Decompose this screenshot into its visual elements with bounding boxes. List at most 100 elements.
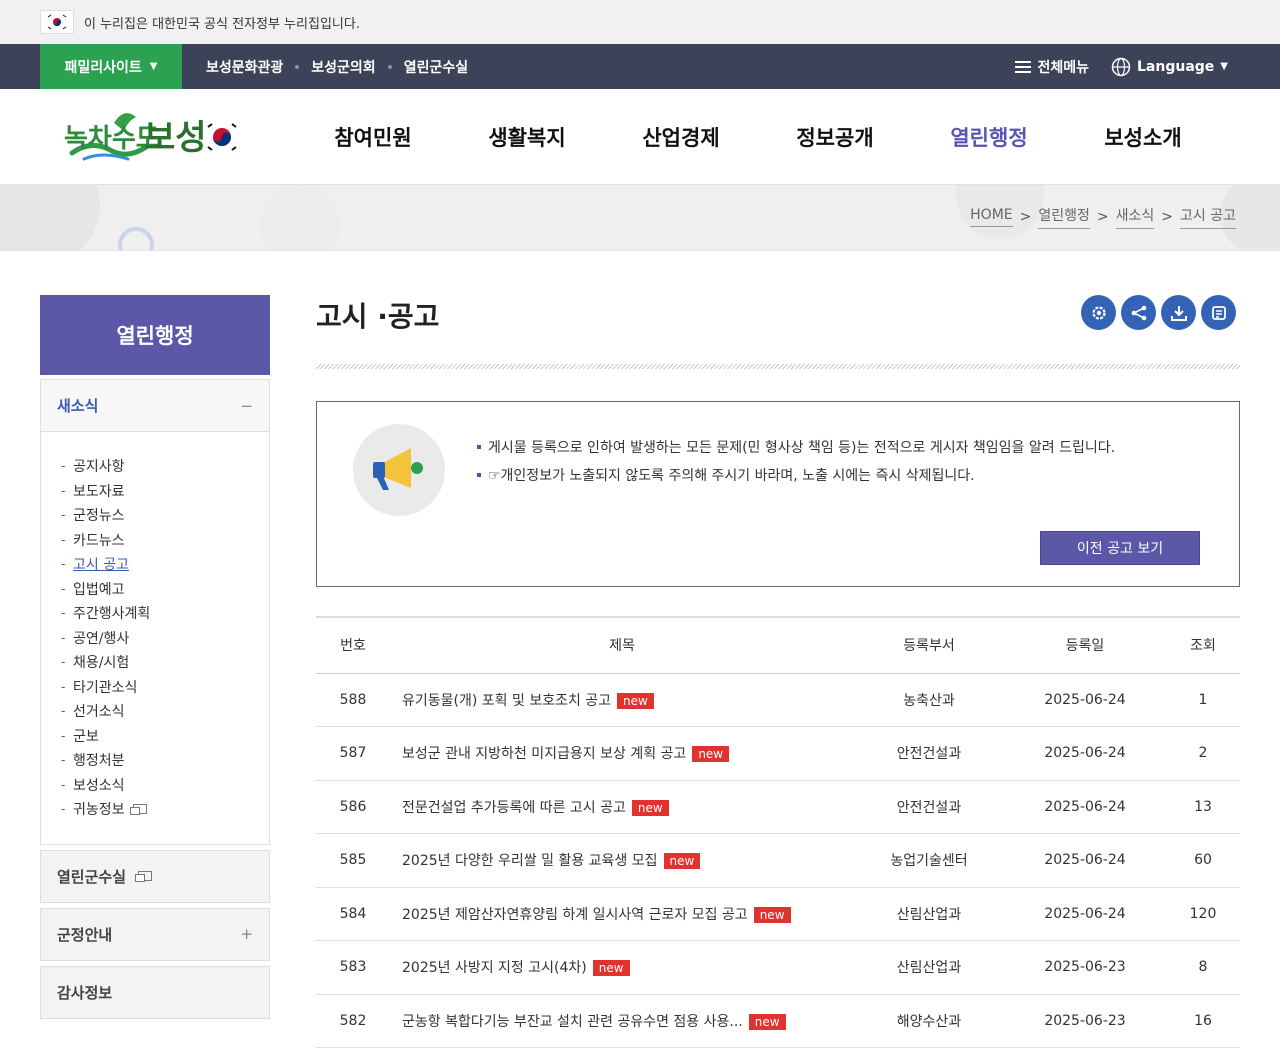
gnb-item-info[interactable]: 정보공개 bbox=[758, 122, 912, 152]
cell-date: 2025-06-24 bbox=[1004, 726, 1166, 781]
cell-dept: 안전건설과 bbox=[854, 780, 1004, 834]
breadcrumb-news[interactable]: 새소식 bbox=[1115, 205, 1155, 229]
cell-views: 120 bbox=[1166, 887, 1240, 941]
family-site-button[interactable]: 패밀리사이트 ▼ bbox=[40, 44, 182, 89]
cell-title: 2025년 다양한 우리쌀 밀 활용 교육생 모집 new bbox=[390, 833, 854, 888]
post-title-link[interactable]: 2025년 사방지 지정 고시(4차) bbox=[402, 960, 587, 976]
side-nav-open-section: 새소식 − - 공지사항 - 보도자료 - 군정뉴스 - 카드뉴스 - 고시 공고 - 입법… bbox=[40, 379, 270, 845]
gnb-item-about[interactable]: 보성소개 bbox=[1066, 122, 1220, 152]
language-button[interactable]: Language ▼ bbox=[1111, 57, 1228, 77]
new-badge: new bbox=[663, 853, 701, 870]
breadcrumb-home[interactable]: HOME bbox=[970, 207, 1013, 227]
cell-date: 2025-06-24 bbox=[1004, 673, 1166, 727]
side-nav-section-news[interactable]: 새소식 − bbox=[41, 380, 269, 432]
column-header-dept: 등록부서 bbox=[854, 617, 1004, 674]
side-nav-item[interactable]: - 주간행사계획 bbox=[61, 601, 269, 626]
table-row[interactable]: 583 2025년 사방지 지정 고시(4차) new 산림산업과 2025-06-23… bbox=[316, 940, 1240, 995]
util-link-mayor[interactable]: 열린군수실 bbox=[404, 57, 468, 77]
side-nav-item[interactable]: - 선거소식 bbox=[61, 699, 269, 724]
side-nav-item[interactable]: - 군정뉴스 bbox=[61, 503, 269, 528]
post-title-link[interactable]: 군농항 복합다기능 부잔교 설치 관련 공유수면 점용 사용... bbox=[402, 1014, 743, 1030]
cell-title: 2025년 사방지 지정 고시(4차) new bbox=[390, 940, 854, 995]
table-row[interactable]: 585 2025년 다양한 우리쌀 밀 활용 교육생 모집 new 농업기술센터 202… bbox=[316, 833, 1240, 888]
gnb-item-welfare[interactable]: 생활복지 bbox=[450, 122, 604, 152]
util-link-culture[interactable]: 보성문화관광 bbox=[206, 57, 283, 77]
table-row[interactable]: 582 군농항 복합다기능 부잔교 설치 관련 공유수면 점용 사용... new 해… bbox=[316, 994, 1240, 1048]
settings-button[interactable] bbox=[1081, 295, 1116, 330]
table-row[interactable]: 584 2025년 제암산자연휴양림 하계 일시사역 근로자 모집 공고 new 산림… bbox=[316, 887, 1240, 941]
breadcrumb-open-admin[interactable]: 열린행정 bbox=[1038, 205, 1090, 229]
download-icon bbox=[1170, 305, 1187, 321]
side-nav-item[interactable]: - 입법예고 bbox=[61, 577, 269, 602]
download-button[interactable] bbox=[1161, 295, 1196, 330]
column-header-title: 제목 bbox=[390, 617, 854, 674]
family-site-label: 패밀리사이트 bbox=[64, 59, 142, 76]
all-menu-button[interactable]: 전체메뉴 bbox=[1015, 57, 1089, 77]
cell-no: 583 bbox=[316, 940, 390, 995]
post-title-link[interactable]: 2025년 다양한 우리쌀 밀 활용 교육생 모집 bbox=[402, 853, 658, 869]
title-divider bbox=[316, 364, 1240, 369]
notice-line: 게시물 등록으로 인하여 발생하는 모든 문제(민 형사상 책임 등)는 전적으… bbox=[477, 433, 1115, 461]
cell-no: 587 bbox=[316, 726, 390, 781]
chevron-down-icon: ▼ bbox=[149, 61, 158, 72]
table-row[interactable]: 588 유기동물(개) 포획 및 보호조치 공고 new 농축산과 2025-06-24… bbox=[316, 673, 1240, 727]
side-nav-section-label: 감사정보 bbox=[57, 983, 113, 1002]
cell-dept: 산림산업과 bbox=[854, 887, 1004, 941]
side-nav-item[interactable]: - 공지사항 bbox=[61, 454, 269, 479]
cell-title: 유기동물(개) 포획 및 보호조치 공고 new bbox=[390, 673, 854, 727]
gnb-item-economy[interactable]: 산업경제 bbox=[604, 122, 758, 152]
new-badge: new bbox=[692, 746, 730, 763]
side-nav-item[interactable]: - 카드뉴스 bbox=[61, 528, 269, 553]
language-label: Language bbox=[1137, 58, 1215, 75]
notice-box: 게시물 등록으로 인하여 발생하는 모든 문제(민 형사상 책임 등)는 전적으… bbox=[316, 401, 1240, 587]
new-window-icon bbox=[135, 871, 153, 882]
cell-views: 13 bbox=[1166, 780, 1240, 834]
gnb-item-participation[interactable]: 참여민원 bbox=[296, 122, 450, 152]
cell-no: 585 bbox=[316, 833, 390, 888]
main-content: 고시 ·공고 게시물 등록으로 인하여 발생하는 모든 문제(민 형사상 책임 … bbox=[316, 295, 1240, 1048]
breadcrumb-separator: > bbox=[1161, 209, 1174, 225]
util-link-council[interactable]: 보성군의회 bbox=[311, 57, 375, 77]
side-nav-item[interactable]: - 귀농정보 bbox=[61, 797, 269, 822]
main-menu: 참여민원 생활복지 산업경제 정보공개 열린행정 보성소개 bbox=[296, 89, 1220, 185]
new-badge: new bbox=[617, 692, 654, 709]
cell-dept: 농업기술센터 bbox=[854, 833, 1004, 888]
side-nav-item[interactable]: - 보성소식 bbox=[61, 773, 269, 798]
share-icon bbox=[1131, 305, 1146, 320]
cell-views: 2 bbox=[1166, 726, 1240, 781]
utility-links: 보성문화관광 보성군의회 열린군수실 bbox=[206, 57, 468, 77]
side-nav-section-mayor[interactable]: 열린군수실 bbox=[40, 849, 270, 903]
side-nav-item[interactable]: - 공연/행사 bbox=[61, 626, 269, 651]
side-nav-section-guide[interactable]: 군정안내 + bbox=[40, 907, 270, 961]
previous-notices-button[interactable]: 이전 공고 보기 bbox=[1040, 531, 1200, 565]
print-icon bbox=[1211, 305, 1226, 320]
post-title-link[interactable]: 유기동물(개) 포획 및 보호조치 공고 bbox=[402, 693, 611, 709]
post-title-link[interactable]: 전문건설업 추가등록에 따른 고시 공고 bbox=[402, 800, 626, 816]
side-nav-item[interactable]: - 보도자료 bbox=[61, 479, 269, 504]
post-title-link[interactable]: 2025년 제암산자연휴양림 하계 일시사역 근로자 모집 공고 bbox=[402, 907, 748, 923]
breadcrumb-current[interactable]: 고시 공고 bbox=[1180, 205, 1236, 229]
side-nav-item[interactable]: - 채용/시험 bbox=[61, 650, 269, 675]
table-header-row: 번호 제목 등록부서 등록일 조회 bbox=[316, 617, 1240, 674]
cell-views: 8 bbox=[1166, 940, 1240, 995]
share-button[interactable] bbox=[1121, 295, 1156, 330]
post-title-link[interactable]: 보성군 관내 지방하천 미지급용지 보상 계획 공고 bbox=[402, 746, 686, 762]
side-nav-section-audit[interactable]: 감사정보 bbox=[40, 965, 270, 1019]
side-nav-item[interactable]: - 행정처분 bbox=[61, 748, 269, 773]
side-nav-item-active[interactable]: - 고시 공고 bbox=[61, 552, 269, 577]
table-row[interactable]: 586 전문건설업 추가등록에 따른 고시 공고 new 안전건설과 2025-06-2… bbox=[316, 780, 1240, 834]
cell-date: 2025-06-23 bbox=[1004, 940, 1166, 995]
side-nav-item[interactable]: - 군보 bbox=[61, 724, 269, 749]
gnb-item-open-admin[interactable]: 열린행정 bbox=[912, 122, 1066, 152]
gov-banner: 이 누리집은 대한민국 공식 전자정부 누리집입니다. bbox=[0, 0, 1280, 44]
side-nav-item[interactable]: - 타기관소식 bbox=[61, 675, 269, 700]
separator-dot bbox=[387, 64, 392, 69]
site-logo[interactable]: 녹차수도 보성 bbox=[62, 107, 242, 167]
cell-date: 2025-06-23 bbox=[1004, 994, 1166, 1048]
new-badge: new bbox=[748, 1013, 786, 1030]
print-button[interactable] bbox=[1201, 295, 1236, 330]
page-tools bbox=[1081, 295, 1236, 330]
table-row[interactable]: 587 보성군 관내 지방하천 미지급용지 보상 계획 공고 new 안전건설과 202… bbox=[316, 726, 1240, 781]
expand-icon: + bbox=[240, 925, 253, 943]
cell-title: 2025년 제암산자연휴양림 하계 일시사역 근로자 모집 공고 new bbox=[390, 887, 854, 941]
